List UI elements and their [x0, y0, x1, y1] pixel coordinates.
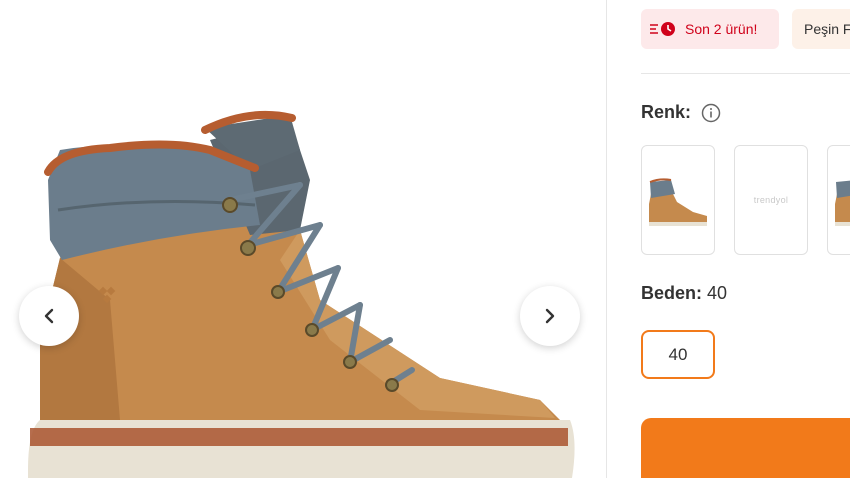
gallery-next-button[interactable]: [520, 286, 580, 346]
size-label: Beden:: [641, 283, 703, 303]
low-stock-text: Son 2 ürün!: [685, 21, 758, 37]
color-option-thumbnail[interactable]: [827, 145, 850, 255]
selected-size-value: 40: [707, 283, 728, 303]
boot-thumbnail-image: [649, 178, 707, 226]
color-section-title: Renk:: [641, 102, 721, 123]
color-option-thumbnail[interactable]: trendyol: [734, 145, 808, 255]
low-stock-clock-icon: [649, 21, 679, 37]
gallery-prev-button[interactable]: [19, 286, 79, 346]
color-label: Renk:: [641, 102, 692, 122]
product-detail-panel: Son 2 ürün! Peşin F Renk: trendyol Beden…: [607, 0, 850, 478]
color-option-thumbnail[interactable]: [641, 145, 715, 255]
size-section-title: Beden: 40: [641, 283, 727, 304]
size-option-button[interactable]: 40: [641, 330, 715, 379]
section-divider: [641, 73, 850, 74]
product-boot-image: [28, 110, 575, 478]
low-stock-badge: Son 2 ürün!: [641, 9, 779, 49]
add-to-cart-button[interactable]: [641, 418, 850, 478]
product-image-gallery: [0, 0, 606, 478]
payment-badge-text: Peşin F: [804, 21, 850, 37]
payment-badge: Peşin F: [792, 9, 850, 49]
chevron-left-icon: [44, 308, 54, 324]
boot-thumbnail-image: [835, 180, 850, 226]
chevron-right-icon: [545, 308, 555, 324]
thumbnail-placeholder-text: trendyol: [753, 195, 789, 205]
info-icon[interactable]: [701, 103, 721, 123]
